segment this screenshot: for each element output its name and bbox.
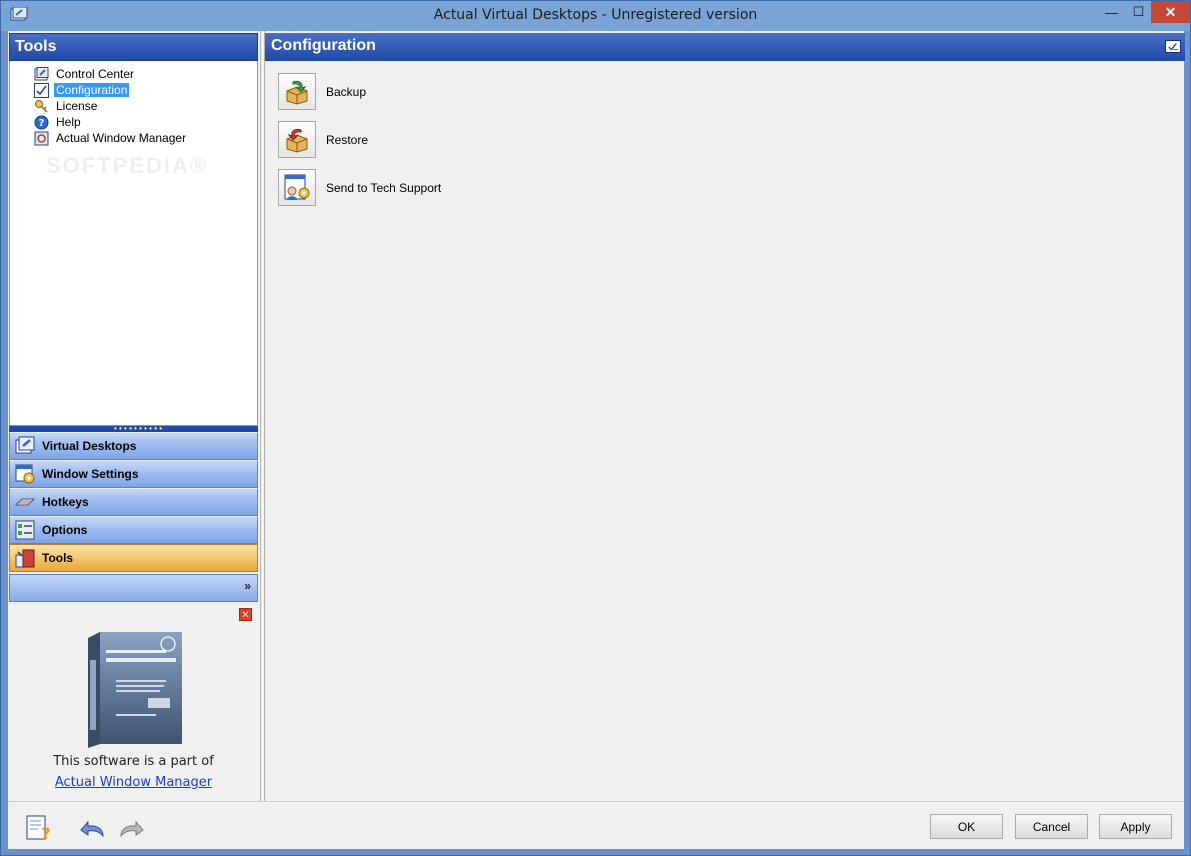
tree-item-configuration[interactable]: Configuration [34,82,130,98]
configuration-header-icon [1165,40,1181,53]
tree-item-label: Control Center [56,67,135,81]
window-title: Actual Virtual Desktops - Unregistered v… [433,7,758,23]
nav-label: Options [42,523,88,537]
title-bar: Actual Virtual Desktops - Unregistered v… [1,1,1190,31]
help-icon: ? [34,115,49,129]
nav-label: Window Settings [42,467,139,481]
splitter-grip: • • • • • • • • • • [114,424,163,433]
watermark: SOFTPEDIA® [46,153,209,178]
svg-text:?: ? [39,118,45,129]
left-panel-header: Tools [9,33,258,61]
restore-icon [286,128,308,153]
backup-button[interactable] [278,73,316,110]
maximize-button[interactable]: ☐ [1125,1,1152,23]
left-panel: Tools SOFTPEDIA® Control Center Configur… [8,31,260,801]
help-document-icon[interactable]: ? [24,814,54,842]
nav-label: Hotkeys [42,495,89,509]
send-to-tech-support-label: Send to Tech Support [326,180,442,195]
nav-label: Tools [42,551,74,565]
window-manager-icon [34,131,49,145]
promo-link[interactable]: Actual Window Manager [9,775,258,790]
promo-text: This software is a part of [53,754,214,769]
configuration-icon [34,82,49,98]
redo-icon[interactable] [117,814,147,842]
nav-window-settings[interactable]: Window Settings [9,460,258,488]
promo-close-icon[interactable]: ✕ [239,608,252,621]
promo-panel: ✕ This software is a part of Actual Wind… [9,602,258,801]
virtual-desktops-icon [15,436,35,454]
app-window: Actual Virtual Desktops - Unregistered v… [0,0,1191,856]
tree-item-actual-window-manager[interactable]: Actual Window Manager [34,130,188,146]
right-panel-title: Configuration [271,37,376,54]
client-area: Tools SOFTPEDIA® Control Center Configur… [8,31,1185,849]
minimize-button[interactable]: — [1098,1,1125,23]
nav-hotkeys[interactable]: Hotkeys [9,488,258,516]
tree-item-control-center[interactable]: Control Center [34,66,136,82]
backup-icon [286,80,308,105]
keyboard-icon [14,498,36,506]
undo-icon[interactable] [77,814,107,842]
chevron-right-icon: » [244,579,251,593]
tree-item-license[interactable]: License [34,98,99,114]
key-icon [35,99,48,113]
send-to-tech-support-action[interactable]: Send to Tech Support [278,169,441,206]
restore-button[interactable] [278,121,316,158]
vertical-splitter[interactable] [260,31,263,801]
backup-label: Backup [326,84,367,99]
backup-action[interactable]: Backup [278,73,366,110]
nav-tools[interactable]: Tools [9,544,258,572]
right-panel: Configuration Backup Restore Send to Tec… [264,31,1185,801]
tech-support-icon [284,174,310,200]
close-button[interactable]: ✕ [1151,1,1190,23]
right-panel-header: Configuration [265,33,1185,61]
tree-item-label: Help [56,115,81,129]
apply-button[interactable]: Apply [1099,814,1172,839]
tree-item-label: Configuration [54,83,130,97]
send-to-tech-support-button[interactable] [278,169,316,206]
tools-tree: SOFTPEDIA® Control Center Configuration [9,61,258,426]
nav-virtual-desktops[interactable]: Virtual Desktops [9,432,258,460]
tools-icon [15,549,35,568]
nav-label: Virtual Desktops [42,439,137,453]
svg-text:?: ? [41,824,50,842]
cancel-button[interactable]: Cancel [1015,814,1088,839]
nav-more-button[interactable]: » [9,574,258,602]
restore-label: Restore [326,132,369,147]
restore-action[interactable]: Restore [278,121,368,158]
tree-item-label: Actual Window Manager [56,131,187,145]
product-box-image [88,632,182,748]
nav-options[interactable]: Options [9,516,258,544]
bottom-bar: ? OK Cancel Apply [8,801,1184,849]
tree-item-label: License [56,99,98,113]
control-center-icon [34,66,49,80]
ok-button[interactable]: OK [930,814,1003,839]
options-icon [15,520,35,540]
window-settings-icon [15,464,35,484]
tree-item-help[interactable]: ? Help [34,114,83,130]
